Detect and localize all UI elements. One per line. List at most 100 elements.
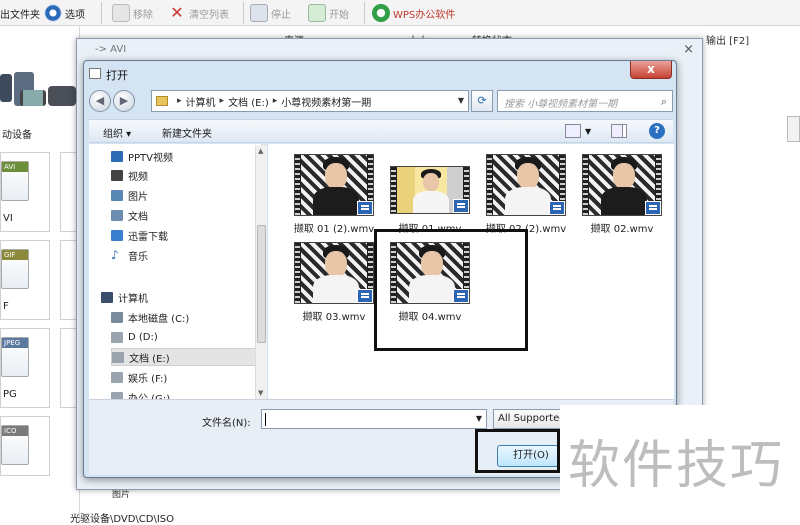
filename-input[interactable]: ▼ bbox=[261, 409, 487, 429]
watermark-text: 软件技巧 bbox=[568, 436, 785, 496]
address-bar[interactable]: ▸ 计算机 ▸ 文档 (E:) ▸ 小尊视频素材第一期 ▼ bbox=[151, 90, 469, 112]
remove-button[interactable]: 移除 bbox=[112, 3, 153, 23]
nav-item-pptv[interactable]: PPTV视频 bbox=[111, 147, 259, 165]
stop-button[interactable]: 停止 bbox=[250, 3, 291, 23]
chevron-right-icon: ▸ bbox=[177, 96, 182, 106]
format-sidebar: 动设备 AVI VI GIF F JPEG PG ICO bbox=[0, 26, 80, 520]
wmv-badge-icon bbox=[357, 201, 373, 215]
file-item[interactable]: 撷取 03.wmv bbox=[286, 242, 382, 326]
nav-item-music[interactable]: ♪ 音乐 bbox=[111, 246, 259, 264]
help-icon[interactable]: ? bbox=[649, 123, 665, 139]
forward-button[interactable]: ▶ bbox=[113, 90, 135, 112]
nav-label: 计算机 bbox=[118, 293, 148, 305]
chevron-down-icon[interactable]: ▼ bbox=[476, 414, 482, 423]
new-folder-button[interactable]: 新建文件夹 bbox=[162, 125, 212, 140]
nav-item-drive-d[interactable]: D (D:) bbox=[111, 328, 259, 346]
documents-library-icon bbox=[111, 209, 123, 221]
back-arrow-icon: ◀ bbox=[95, 94, 105, 107]
nav-item-pictures[interactable]: 图片 bbox=[111, 186, 259, 204]
jpg-tag: JPEG bbox=[2, 338, 28, 348]
nav-label: 图片 bbox=[128, 191, 148, 203]
wps-icon bbox=[372, 4, 390, 22]
wmv-badge-icon bbox=[549, 201, 565, 215]
clear-list-button[interactable]: ✕ 清空列表 bbox=[168, 3, 229, 23]
mobile-devices-icons: 动设备 bbox=[0, 72, 80, 146]
download-icon bbox=[111, 229, 123, 241]
watermark: 软件技巧 bbox=[560, 405, 800, 497]
avi-window-title: -> AVI bbox=[95, 44, 127, 55]
breadcrumb-computer[interactable]: 计算机 bbox=[186, 94, 216, 109]
dialog-icon bbox=[89, 68, 101, 79]
format-tile-gif[interactable]: GIF F bbox=[0, 240, 50, 320]
format-label-avi: VI bbox=[3, 213, 13, 224]
view-options-icon[interactable] bbox=[565, 124, 581, 138]
search-input[interactable]: 搜索 小尊视频素材第一期 ⌕ bbox=[497, 90, 673, 112]
preview-pane-icon[interactable] bbox=[611, 124, 627, 138]
nav-item-drive-f[interactable]: 娱乐 (F:) bbox=[111, 368, 259, 386]
format-tile-ico[interactable]: ICO bbox=[0, 416, 50, 476]
organize-menu[interactable]: 组织 ▾ bbox=[103, 125, 131, 140]
side-panel-edge bbox=[787, 116, 800, 142]
refresh-button[interactable]: ⟳ bbox=[471, 90, 493, 112]
options-label: 选项 bbox=[65, 9, 85, 21]
nav-item-drive-g[interactable]: 办公 (G:) bbox=[111, 388, 259, 399]
nav-label: 文档 (E:) bbox=[129, 353, 170, 365]
ico-tag: ICO bbox=[2, 426, 28, 436]
computer-icon bbox=[101, 291, 113, 303]
nav-item-computer[interactable]: 计算机 bbox=[101, 288, 249, 306]
wps-button[interactable]: WPS办公软件 bbox=[372, 3, 455, 23]
toolbar-divider bbox=[101, 2, 102, 24]
psp-icon bbox=[48, 86, 76, 106]
scrollbar-thumb[interactable] bbox=[257, 225, 266, 343]
scroll-down-icon[interactable]: ▼ bbox=[258, 389, 263, 397]
navigation-bar: ◀ ▶ ▸ 计算机 ▸ 文档 (E:) ▸ 小尊视频素材第一期 ▼ ⟳ 搜索 小… bbox=[89, 88, 673, 116]
stop-label: 停止 bbox=[271, 9, 291, 21]
output-folder-button[interactable]: 出文件夹 bbox=[0, 3, 40, 23]
format-tile-avi[interactable]: AVI VI bbox=[0, 152, 50, 232]
nav-item-drive-c[interactable]: 本地磁盘 (C:) bbox=[111, 308, 259, 326]
remove-label: 移除 bbox=[133, 9, 153, 21]
gif-tag: GIF bbox=[2, 250, 28, 260]
start-button[interactable]: 开始 bbox=[308, 3, 349, 23]
avi-close-button[interactable]: × bbox=[683, 42, 694, 57]
file-item[interactable]: 撷取 02.wmv bbox=[574, 154, 670, 238]
format-label-gif: F bbox=[3, 301, 9, 312]
clear-list-label: 清空列表 bbox=[189, 9, 229, 21]
file-item[interactable]: 撷取 01 (2).wmv bbox=[286, 154, 382, 238]
options-button[interactable]: 选项 bbox=[44, 3, 85, 23]
nav-label: 娱乐 (F:) bbox=[128, 373, 168, 385]
breadcrumb-current-folder[interactable]: 小尊视频素材第一期 bbox=[281, 94, 371, 109]
nav-item-drive-e[interactable]: 文档 (E:) bbox=[111, 348, 259, 366]
nav-label: 文档 bbox=[128, 211, 148, 223]
format-tile-jpg[interactable]: JPEG PG bbox=[0, 328, 50, 408]
file-name: 撷取 02.wmv bbox=[590, 224, 654, 235]
video-thumbnail bbox=[294, 242, 374, 304]
back-button[interactable]: ◀ bbox=[89, 90, 111, 112]
breadcrumb-drive-e[interactable]: 文档 (E:) bbox=[228, 94, 269, 109]
nav-scrollbar[interactable]: ▲ ▼ bbox=[255, 145, 267, 399]
remove-icon bbox=[112, 4, 130, 22]
view-dropdown-chevron-icon[interactable]: ▼ bbox=[585, 127, 591, 136]
filename-label: 文件名(N): bbox=[202, 418, 251, 429]
video-thumbnail bbox=[390, 166, 470, 214]
nav-label: D (D:) bbox=[128, 331, 158, 343]
open-button-highlight-box bbox=[475, 429, 560, 473]
dialog-close-button[interactable]: x bbox=[630, 61, 672, 79]
gif-file-icon: GIF bbox=[1, 249, 29, 289]
nav-item-thunder-downloads[interactable]: 迅雷下载 bbox=[111, 226, 259, 244]
output-folder-label: 出文件夹 bbox=[0, 9, 40, 21]
nav-item-videos[interactable]: 视频 bbox=[111, 166, 259, 184]
file-item[interactable]: 撷取 01.wmv bbox=[382, 154, 478, 238]
file-name: 撷取 01 (2).wmv bbox=[293, 224, 375, 235]
file-item[interactable]: 撷取 02 (2).wmv bbox=[478, 154, 574, 238]
chevron-down-icon[interactable]: ▼ bbox=[458, 96, 464, 105]
wmv-badge-icon bbox=[453, 199, 469, 213]
toolbar-divider bbox=[364, 2, 365, 24]
category-optical-devices[interactable]: 光驱设备\DVD\CD\ISO bbox=[70, 510, 174, 525]
nav-item-documents[interactable]: 文档 bbox=[111, 206, 259, 224]
ico-file-icon: ICO bbox=[1, 425, 29, 465]
scroll-up-icon[interactable]: ▲ bbox=[258, 147, 263, 155]
toolbar-divider bbox=[243, 2, 244, 24]
clear-x-icon: ✕ bbox=[170, 3, 184, 22]
avi-file-icon: AVI bbox=[1, 161, 29, 201]
